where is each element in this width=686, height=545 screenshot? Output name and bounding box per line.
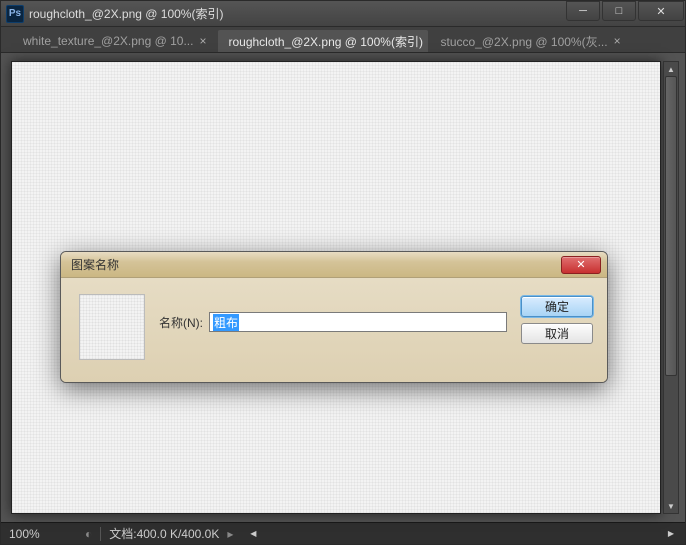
document-tab[interactable]: white_texture_@2X.png @ 10... × xyxy=(13,30,216,52)
document-tab[interactable]: roughcloth_@2X.png @ 100%(索引) × xyxy=(218,30,428,52)
name-field-label: 名称(N): xyxy=(159,314,203,331)
name-field-row: 名称(N): 粗布 xyxy=(159,294,507,332)
window-controls: ─ □ ✕ xyxy=(565,1,685,26)
status-bar: 100% ◐ 文档:400.0 K/400.0K ▸ ◀ ▶ xyxy=(1,522,685,544)
ok-button[interactable]: 确定 xyxy=(521,296,593,317)
cancel-button[interactable]: 取消 xyxy=(521,323,593,344)
title-bar: Ps roughcloth_@2X.png @ 100%(索引) ─ □ ✕ xyxy=(1,1,685,27)
tab-close-icon[interactable]: × xyxy=(614,34,621,48)
scroll-up-icon[interactable]: ▲ xyxy=(664,62,678,76)
zoom-level[interactable]: 100% xyxy=(9,527,77,541)
document-tab[interactable]: stucco_@2X.png @ 100%(灰... × xyxy=(430,30,630,52)
maximize-button[interactable]: □ xyxy=(602,1,636,21)
tab-label: stucco_@2X.png @ 100%(灰... xyxy=(440,33,607,50)
dialog-title-bar[interactable]: 图案名称 ✕ xyxy=(61,252,607,278)
chevron-right-icon[interactable]: ▸ xyxy=(227,527,233,541)
dialog-body: 名称(N): 粗布 确定 取消 xyxy=(61,278,607,382)
tab-label: white_texture_@2X.png @ 10... xyxy=(23,34,193,48)
scroll-left-icon[interactable]: ◀ xyxy=(247,528,259,540)
name-input[interactable]: 粗布 xyxy=(209,312,507,332)
minimize-button[interactable]: ─ xyxy=(566,1,600,21)
document-tab-bar: white_texture_@2X.png @ 10... × roughclo… xyxy=(1,27,685,53)
tab-close-icon[interactable]: × xyxy=(199,34,206,48)
horizontal-scrollbar[interactable]: ◀ ▶ xyxy=(247,528,677,540)
vertical-scrollbar[interactable]: ▲ ▼ xyxy=(663,61,679,514)
pattern-preview xyxy=(79,294,145,360)
divider xyxy=(100,527,101,541)
photoshop-icon: Ps xyxy=(6,5,24,23)
dialog-title: 图案名称 xyxy=(67,256,561,273)
scroll-right-icon[interactable]: ▶ xyxy=(665,528,677,540)
tab-label: roughcloth_@2X.png @ 100%(索引) xyxy=(228,33,422,50)
window-title: roughcloth_@2X.png @ 100%(索引) xyxy=(29,5,565,22)
dialog-close-button[interactable]: ✕ xyxy=(561,256,601,274)
name-input-value: 粗布 xyxy=(213,314,239,331)
pattern-name-dialog: 图案名称 ✕ 名称(N): 粗布 确定 取消 xyxy=(60,251,608,383)
close-button[interactable]: ✕ xyxy=(638,1,684,21)
scrollbar-thumb[interactable] xyxy=(665,76,677,376)
document-size-info: 文档:400.0 K/400.0K xyxy=(109,525,219,542)
scroll-down-icon[interactable]: ▼ xyxy=(664,499,678,513)
dialog-button-column: 确定 取消 xyxy=(521,294,593,344)
status-indicator-icon: ◐ xyxy=(85,527,92,541)
